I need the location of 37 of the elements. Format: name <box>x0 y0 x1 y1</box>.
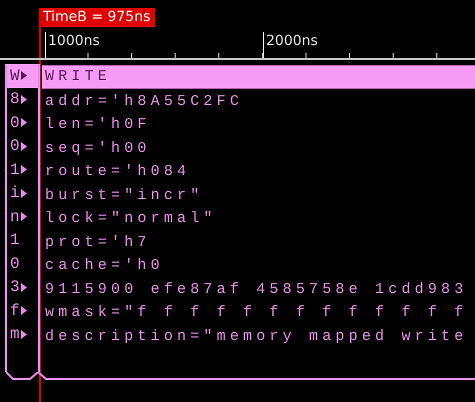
field-prefix: 0 <box>10 137 20 156</box>
field-value: addr='h8A55C2FC <box>44 92 244 112</box>
expand-triangle-icon[interactable] <box>20 165 27 174</box>
bus-prefix-cell: W <box>7 64 38 88</box>
field-prefix: n <box>10 208 20 226</box>
expand-triangle-icon[interactable] <box>20 71 27 80</box>
field-prefix: 3 <box>10 278 20 296</box>
field-value: cache='h0 <box>44 256 165 276</box>
field-value: len='h0F <box>44 115 152 136</box>
field-prefix: m <box>10 325 20 344</box>
field-value: seq='h00 <box>44 138 152 159</box>
field-value: wmask="f f f f f f f f f f f f f <box>44 303 468 324</box>
field-prefix: 8 <box>10 90 20 108</box>
transaction-bar[interactable]: WRITE <box>42 65 475 88</box>
field-prefix: 1 <box>10 231 20 250</box>
field-value: route='h084 <box>44 162 192 182</box>
time-tick-label: 1000ns <box>45 32 263 58</box>
time-marker-label: TimeB = 975ns <box>40 8 156 27</box>
field-value: prot='h7 <box>44 232 152 253</box>
field-value: 9115900 efe87af 4585758e 1cdd983 <box>44 280 468 300</box>
field-prefix: 0 <box>10 254 20 273</box>
expand-triangle-icon[interactable] <box>20 306 27 316</box>
field-prefix: i <box>10 184 20 202</box>
field-value: description="memory mapped write <box>44 326 468 347</box>
field-prefix: 0 <box>10 114 20 132</box>
expand-triangle-icon[interactable] <box>20 212 27 222</box>
field-prefix: f <box>10 302 20 320</box>
expand-triangle-icon[interactable] <box>20 330 27 339</box>
time-tick-label: 2000ns <box>263 32 475 58</box>
expand-triangle-icon[interactable] <box>20 118 27 128</box>
expand-triangle-icon[interactable] <box>20 188 27 198</box>
expand-triangle-icon[interactable] <box>20 94 27 104</box>
field-value: lock="normal" <box>44 209 218 230</box>
expand-triangle-icon[interactable] <box>20 282 27 292</box>
field-value: burst="incr" <box>44 186 204 206</box>
expand-triangle-icon[interactable] <box>20 142 27 151</box>
field-prefix: 1 <box>10 160 20 179</box>
